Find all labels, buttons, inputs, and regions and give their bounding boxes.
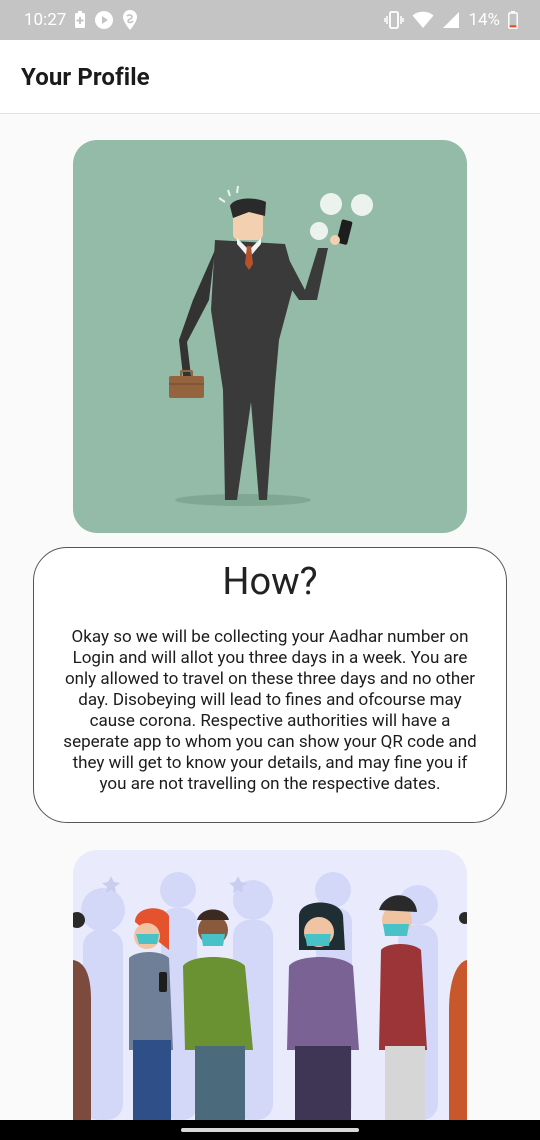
battery-percent: 14%	[468, 10, 500, 30]
swiggy-icon	[122, 9, 138, 31]
app-bar: Your Profile	[0, 40, 540, 114]
vibrate-icon	[384, 11, 405, 29]
how-info-card: How? Okay so we will be collecting your …	[33, 547, 507, 823]
signal-icon	[442, 11, 460, 29]
wifi-icon	[412, 11, 434, 29]
battery-saver-icon	[74, 11, 86, 29]
businessman-illustration	[73, 140, 467, 533]
status-bar: 10:27 14%	[0, 0, 540, 40]
home-gesture-handle[interactable]	[181, 1128, 359, 1132]
play-icon	[94, 10, 114, 30]
page-title: Your Profile	[21, 62, 150, 91]
system-navigation-bar	[0, 1120, 540, 1140]
battery-low-icon	[508, 11, 518, 29]
status-time: 10:27	[24, 10, 67, 30]
how-title: How?	[222, 560, 318, 604]
how-description: Okay so we will be collecting your Aadha…	[63, 627, 477, 794]
people-masks-illustration	[73, 850, 467, 1120]
